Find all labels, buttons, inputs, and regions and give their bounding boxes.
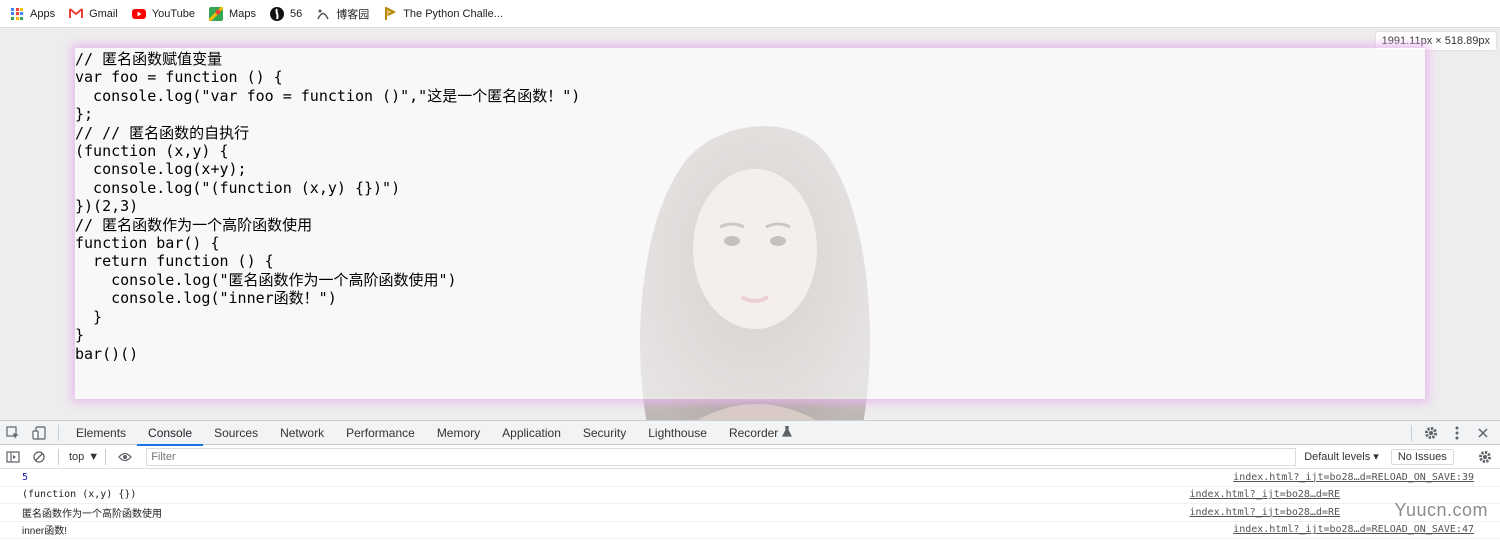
tab-recorder[interactable]: Recorder	[718, 421, 803, 445]
inspect-element-icon[interactable]	[0, 421, 26, 445]
tab-memory[interactable]: Memory	[426, 421, 491, 445]
tab-security[interactable]: Security	[572, 421, 637, 445]
tab-recorder-label: Recorder	[728, 425, 779, 440]
console-source-link[interactable]: index.html?_ijt=bo28…d=RELOAD_ON_SAVE:47	[1233, 524, 1474, 535]
console-message: inner函数!	[22, 526, 68, 538]
devtools-panel: Elements Console Sources Network Perform…	[0, 420, 1500, 541]
bookmark-label: Gmail	[89, 7, 118, 20]
device-toolbar-icon[interactable]	[26, 421, 52, 445]
console-message: (function (x,y) {})	[22, 489, 137, 501]
code-display-box: // 匿名函数赋值变量 var foo = function () { cons…	[75, 48, 1425, 399]
bookmark-cnblogs[interactable]: 博客园	[316, 6, 369, 22]
clear-console-icon[interactable]	[26, 445, 52, 469]
console-source-link[interactable]: index.html?_ijt=bo28…d=RE	[1189, 507, 1340, 518]
more-options-icon[interactable]	[1444, 421, 1470, 445]
tab-sources[interactable]: Sources	[203, 421, 269, 445]
python-challenge-icon	[383, 6, 397, 21]
console-filter-input[interactable]	[146, 447, 1297, 466]
tab-lighthouse[interactable]: Lighthouse	[637, 421, 718, 445]
console-message-row: 5 index.html?_ijt=bo28…d=RELOAD_ON_SAVE:…	[0, 469, 1500, 487]
cnblogs-icon	[316, 7, 330, 21]
toolbar-divider	[105, 448, 107, 465]
console-source-link[interactable]: index.html?_ijt=bo28…d=RE	[1189, 489, 1340, 500]
tab-elements[interactable]: Elements	[65, 421, 137, 445]
apps-grid-icon	[10, 7, 24, 21]
tab-performance[interactable]: Performance	[335, 421, 426, 445]
devtools-right-controls	[1405, 421, 1496, 445]
console-message-row: inner函数! index.html?_ijt=bo28…d=RELOAD_O…	[0, 522, 1500, 539]
devtools-tabbar: Elements Console Sources Network Perform…	[0, 420, 1500, 446]
toolbar-divider	[58, 448, 59, 465]
watermark-text: Yuucn.com	[1394, 500, 1488, 520]
console-source-link[interactable]: index.html?_ijt=bo28…d=RELOAD_ON_SAVE:39	[1233, 472, 1474, 483]
page-viewport: 1991.11px × 518.89px // 匿名函数赋值变量 var foo…	[0, 29, 1500, 420]
live-expression-eye-icon[interactable]	[112, 445, 138, 469]
tab-network[interactable]: Network	[269, 421, 335, 445]
context-selector-label: top	[69, 450, 85, 463]
bookmark-gmail[interactable]: Gmail	[69, 7, 118, 21]
bookmark-label: Apps	[30, 7, 56, 20]
bookmark-youtube[interactable]: YouTube	[131, 7, 196, 21]
close-icon[interactable]	[1470, 421, 1496, 445]
issues-button[interactable]: No Issues	[1390, 448, 1454, 465]
bookmark-apps[interactable]: Apps	[10, 7, 55, 21]
bookmark-label: 博客园	[336, 8, 370, 21]
log-levels-dropdown[interactable]: Default levels ▾	[1304, 450, 1379, 463]
tab-console[interactable]: Console	[137, 421, 204, 446]
maps-icon	[209, 6, 224, 21]
bookmarks-bar: Apps Gmail YouTube Maps 56 博客园 The Pytho…	[0, 0, 1500, 28]
settings-gear-icon[interactable]	[1418, 421, 1444, 445]
code-listing: // 匿名函数赋值变量 var foo = function () { cons…	[75, 50, 581, 363]
bookmark-56[interactable]: 56	[269, 6, 303, 21]
tab-application[interactable]: Application	[491, 421, 572, 445]
bookmark-label: YouTube	[151, 7, 196, 20]
dropdown-arrow-icon: ▼	[88, 450, 100, 463]
console-settings-gear-icon[interactable]	[1472, 445, 1498, 469]
sidebar-toggle-icon[interactable]	[0, 445, 26, 469]
console-message: 匿名函数作为一个高阶函数使用	[22, 508, 162, 520]
youtube-icon	[131, 7, 146, 21]
bookmark-python-challenge[interactable]: The Python Challe...	[383, 6, 503, 21]
console-message-row: (function (x,y) {}) index.html?_ijt=bo28…	[0, 487, 1500, 504]
gmail-icon	[69, 7, 84, 21]
console-toolbar: top ▼ Default levels ▾ No Issues	[0, 445, 1500, 469]
console-message: 5	[22, 471, 29, 483]
console-message-row: 匿名函数作为一个高阶函数使用 index.html?_ijt=bo28…d=RE	[0, 504, 1500, 522]
tabbar-divider	[58, 424, 59, 441]
context-selector[interactable]: top ▼	[69, 451, 99, 463]
bookmark-label: 56	[289, 7, 303, 20]
site-56-icon	[269, 6, 284, 21]
bookmark-maps[interactable]: Maps	[209, 6, 256, 21]
bookmark-label: The Python Challe...	[403, 7, 503, 20]
tabbar-divider	[1411, 425, 1412, 441]
flask-icon	[782, 424, 793, 440]
bookmark-label: Maps	[229, 7, 256, 20]
